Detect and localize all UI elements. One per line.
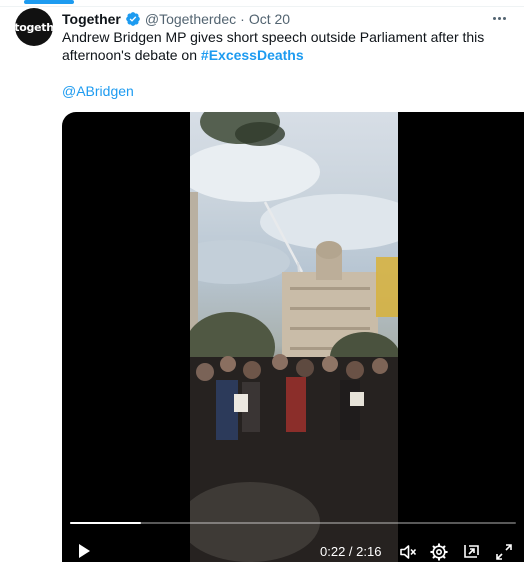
user-handle[interactable]: @Togetherdec — [145, 11, 236, 27]
picture-in-picture-icon[interactable] — [462, 543, 480, 561]
time-separator: / — [345, 544, 357, 559]
video-frame[interactable] — [190, 112, 398, 562]
total-duration: 2:16 — [356, 544, 382, 559]
tab-active-indicator — [24, 0, 74, 4]
more-icon[interactable] — [488, 9, 510, 27]
video-time: 0:22 / 2:16 — [320, 544, 381, 560]
display-name[interactable]: Together — [62, 11, 121, 27]
mute-icon[interactable] — [399, 543, 417, 561]
settings-icon[interactable] — [430, 543, 448, 561]
video-progress-bar[interactable] — [70, 522, 516, 524]
separator-dot: · — [240, 11, 245, 27]
tweet-header: Together @Togetherdec · Oct 20 — [62, 9, 290, 29]
tweet-date[interactable]: Oct 20 — [249, 11, 290, 27]
mention-link[interactable]: @ABridgen — [62, 82, 134, 100]
video-scene — [190, 112, 398, 562]
video-player[interactable]: 0:22 / 2:16 — [62, 112, 524, 562]
divider — [0, 6, 524, 7]
tweet-text: Andrew Bridgen MP gives short speech out… — [62, 28, 502, 64]
fullscreen-icon[interactable] — [495, 543, 513, 561]
verified-badge-icon — [126, 12, 140, 26]
avatar-logo-text: togeth — [15, 20, 53, 34]
video-progress-fill — [70, 522, 142, 524]
current-time: 0:22 — [320, 544, 346, 559]
avatar[interactable]: togeth — [15, 8, 53, 46]
play-icon[interactable] — [75, 542, 93, 560]
hashtag-link[interactable]: #ExcessDeaths — [201, 47, 304, 63]
